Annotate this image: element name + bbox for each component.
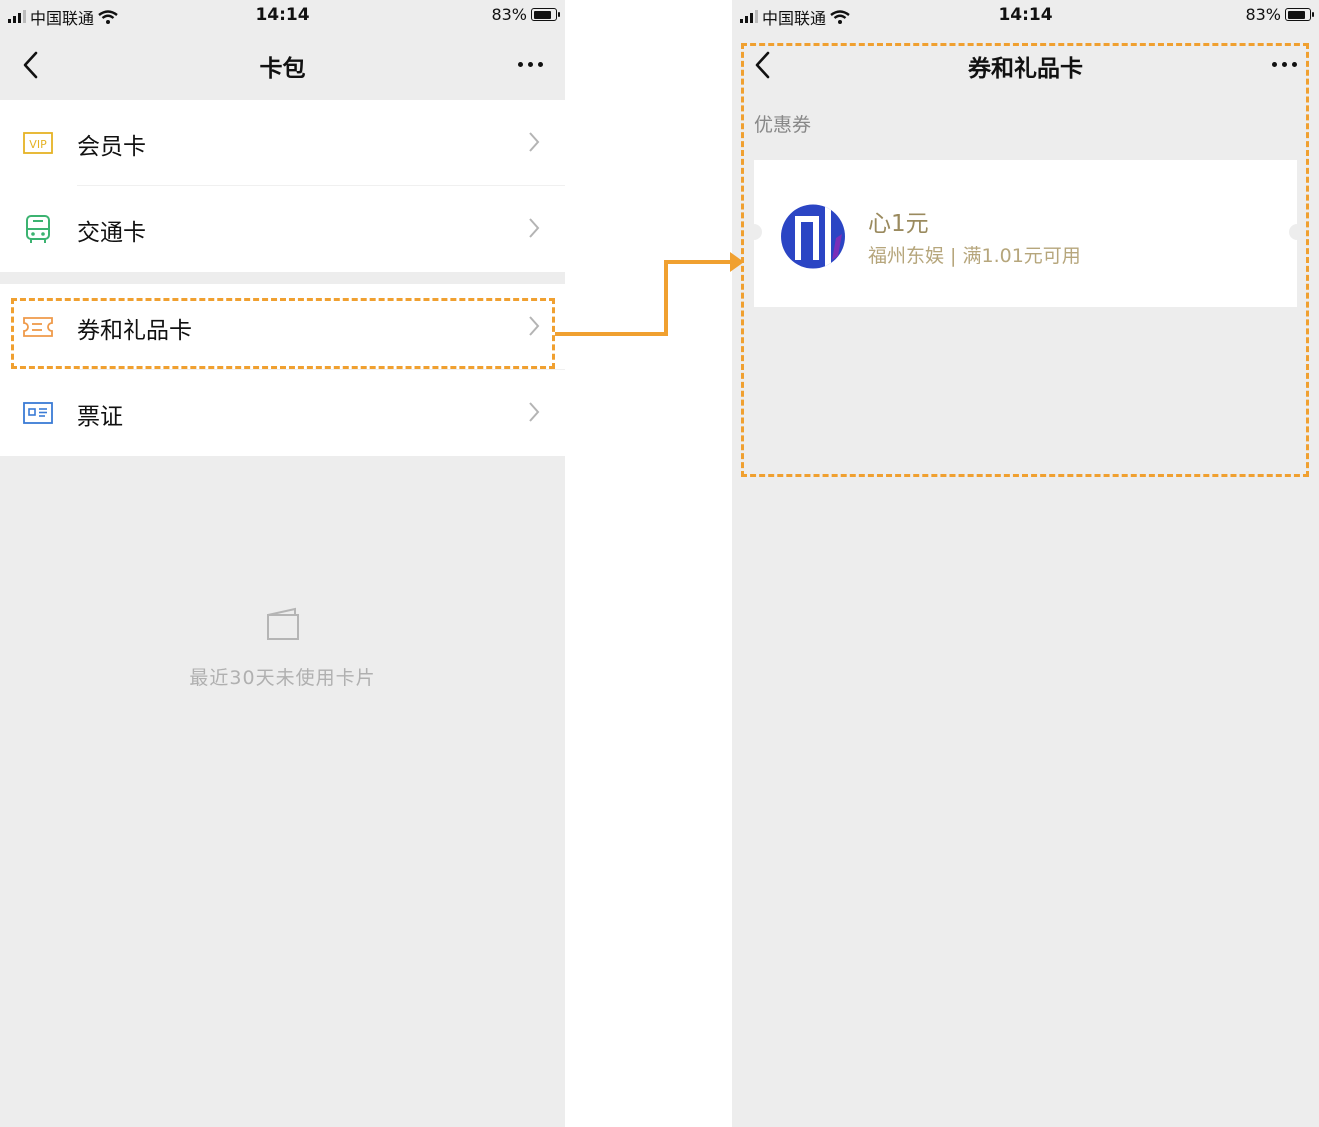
flow-arrow-icon (555, 252, 744, 336)
